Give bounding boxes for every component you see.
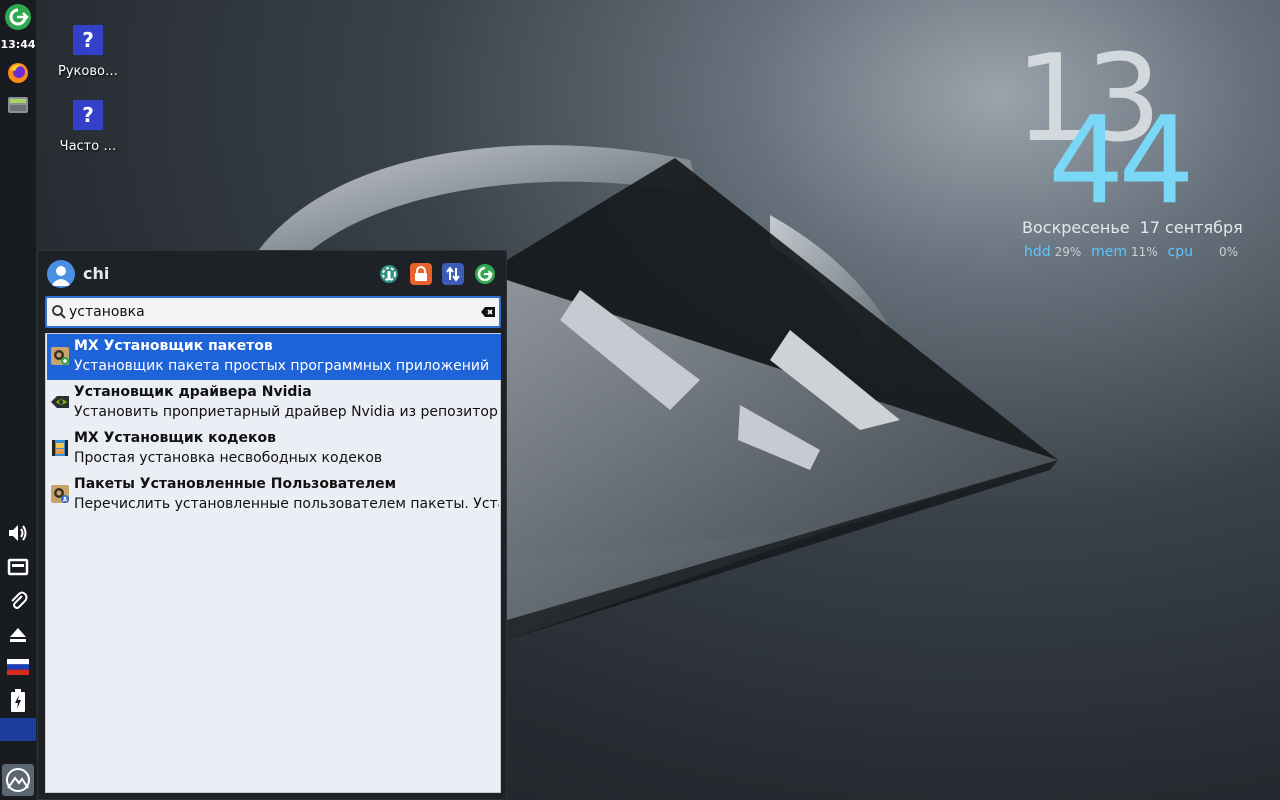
network-icon[interactable]: [3, 552, 33, 582]
user-packages-icon: [51, 485, 69, 503]
settings-manager-icon[interactable]: [378, 263, 400, 285]
panel-active-window[interactable]: [0, 718, 36, 741]
result-description: Перечислить установленные пользователем …: [74, 496, 499, 512]
conky-stats: hdd 29% mem 11% cpu 0%: [1024, 244, 1244, 260]
logout-icon[interactable]: [3, 2, 33, 32]
list-item[interactable]: MX Установщик кодеков Простая установка …: [47, 426, 501, 472]
keyboard-layout-flag-icon[interactable]: [3, 652, 33, 682]
help-icon: ?: [73, 100, 103, 130]
stat-hdd-label: hdd: [1024, 244, 1051, 260]
mx-menu-icon[interactable]: [2, 764, 34, 796]
desktop-icon-label: Часто …: [59, 139, 117, 154]
result-description: Простая установка несвободных кодеков: [74, 450, 383, 466]
search-icon: [52, 305, 66, 319]
lock-screen-icon[interactable]: [410, 263, 432, 285]
codecs-icon: [52, 440, 68, 456]
package-installer-icon: [51, 347, 69, 365]
menu-logout-icon[interactable]: [474, 263, 496, 285]
left-panel: 13:44: [0, 0, 36, 800]
avatar[interactable]: [47, 260, 75, 288]
volume-icon[interactable]: [3, 518, 33, 548]
stat-hdd-value: 29%: [1054, 245, 1082, 259]
conky-day-month: 17 сентября: [1139, 218, 1243, 237]
result-title: Пакеты Установленные Пользователем: [74, 476, 397, 492]
application-menu: chi MX Установщик пакетов Установщик пак…: [37, 250, 507, 800]
conky-minute: 44: [1048, 92, 1195, 231]
battery-icon[interactable]: [3, 686, 33, 716]
result-description: Установщик пакета простых программных пр…: [74, 358, 490, 374]
eject-icon[interactable]: [3, 620, 33, 650]
result-title: MX Установщик кодеков: [74, 430, 276, 446]
desktop-icon-label: Руково…: [58, 64, 118, 79]
stat-cpu-value: 0%: [1219, 245, 1239, 259]
nvidia-icon: [51, 396, 69, 408]
list-item[interactable]: MX Установщик пакетов Установщик пакета …: [47, 334, 501, 380]
result-title: MX Установщик пакетов: [74, 338, 273, 354]
clipboard-icon[interactable]: [3, 586, 33, 616]
result-title: Установщик драйвера Nvidia: [74, 384, 312, 400]
desktop-icon-guide[interactable]: ? Руково…: [52, 25, 124, 79]
file-manager-icon[interactable]: [3, 90, 33, 120]
search-box[interactable]: [45, 296, 501, 328]
list-item[interactable]: Пакеты Установленные Пользователем Переч…: [47, 472, 501, 518]
search-input[interactable]: [69, 302, 469, 322]
conky-date: Воскресенье 17 сентября: [1022, 218, 1253, 237]
conky-weekday: Воскресенье: [1022, 218, 1130, 237]
panel-clock[interactable]: 13:44: [0, 38, 36, 51]
stat-cpu-label: cpu: [1167, 244, 1194, 260]
result-description: Установить проприетарный драйвер Nvidia …: [74, 404, 499, 420]
firefox-icon[interactable]: [3, 58, 33, 88]
search-results-list: MX Установщик пакетов Установщик пакета …: [45, 333, 501, 793]
list-item[interactable]: Установщик драйвера Nvidia Установить пр…: [47, 380, 501, 426]
help-icon: ?: [73, 25, 103, 55]
stat-mem-value: 11%: [1131, 245, 1158, 259]
username: chi: [83, 264, 110, 283]
desktop-icon-faq[interactable]: ? Часто …: [52, 100, 124, 154]
switch-user-icon[interactable]: [442, 263, 464, 285]
stat-mem-label: mem: [1091, 244, 1128, 260]
menu-header: chi: [38, 251, 508, 295]
clear-search-icon[interactable]: [480, 304, 496, 320]
